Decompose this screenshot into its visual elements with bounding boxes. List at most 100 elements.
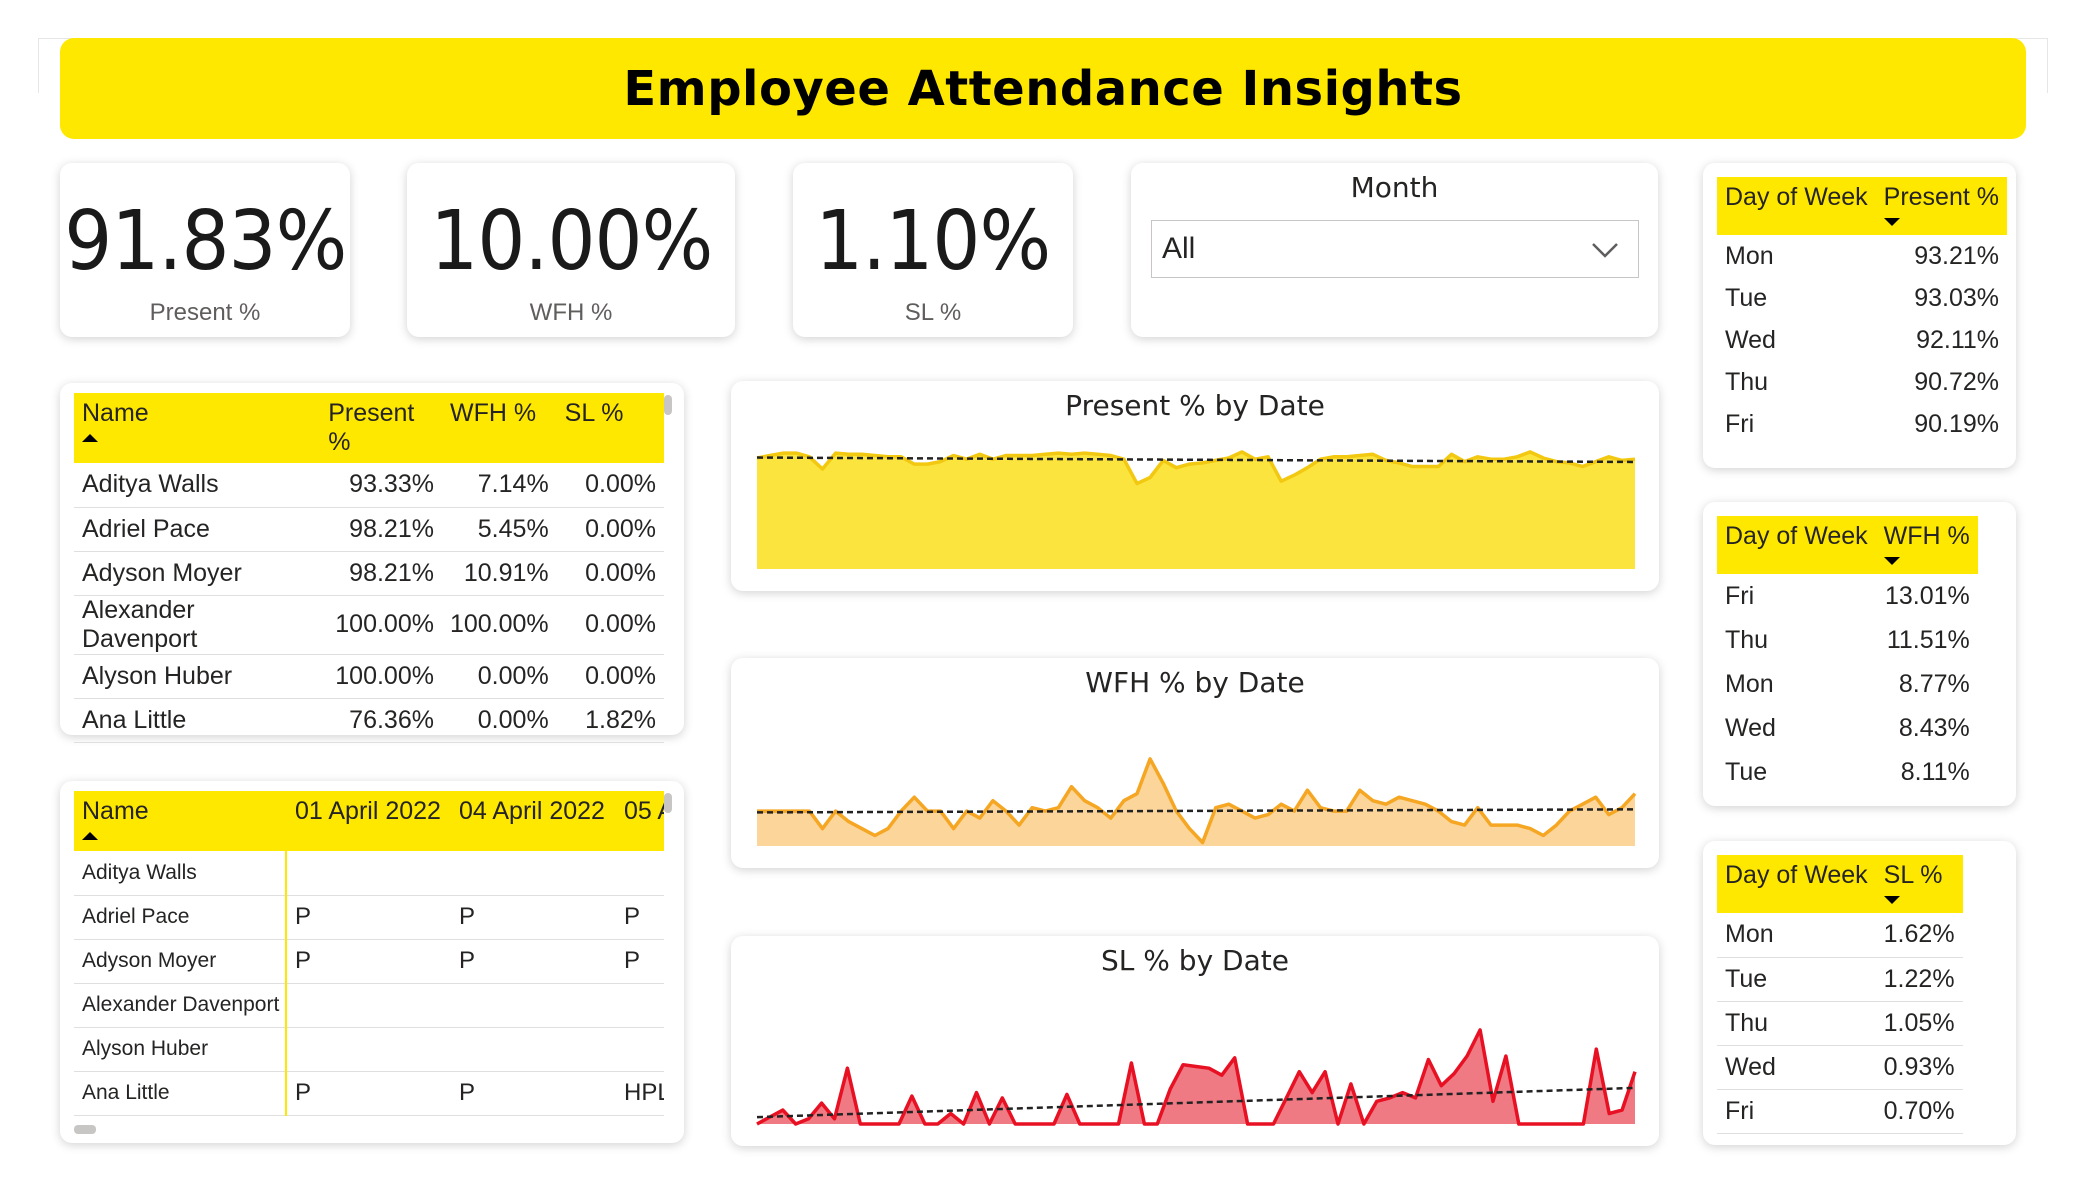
kpi-label: Present % — [149, 299, 261, 326]
cell-value: 93.03% — [1914, 283, 1999, 312]
chevron-down-icon[interactable] — [1590, 235, 1620, 265]
area-fill — [757, 1029, 1635, 1124]
cell-status: P — [616, 895, 664, 940]
vertical-scrollbar[interactable] — [664, 395, 672, 415]
sl-by-date-chart[interactable] — [751, 996, 1641, 1136]
cell-sl: 0.00% — [556, 551, 664, 596]
kpi-value: 1.10% — [815, 194, 1051, 289]
table-row[interactable]: Fri 90.19% — [1717, 403, 2007, 445]
table-row[interactable]: Tue 1.22% — [1717, 957, 1963, 1002]
month-dropdown[interactable]: All — [1151, 220, 1639, 278]
table-row[interactable]: Adriel Pace P P P — [74, 895, 664, 940]
cell-status — [286, 851, 451, 896]
cell-value: 8.43% — [1898, 713, 1970, 742]
cell-wfh: 100.00% — [441, 595, 557, 655]
column-header-date[interactable]: 04 April 2022 — [451, 791, 616, 851]
cell-status — [451, 1027, 616, 1072]
table-row[interactable]: Mon 93.21% — [1717, 235, 2007, 277]
table-row[interactable]: Tue 8.11% — [1717, 750, 1978, 794]
table-row[interactable]: Alyson Huber — [74, 1027, 664, 1072]
table-row[interactable]: Mon 1.62% — [1717, 913, 1963, 958]
chart-title: SL % by Date — [1101, 944, 1289, 977]
table-row[interactable]: Aditya Walls — [74, 851, 664, 896]
column-header-sl[interactable]: SL % — [1876, 855, 1963, 913]
column-header-day[interactable]: Day of Week — [1717, 855, 1876, 913]
column-header-present[interactable]: Present % — [320, 393, 442, 463]
table-row[interactable]: Wed 92.11% — [1717, 319, 2007, 361]
cell-day: Tue — [1717, 957, 1876, 1002]
table-row[interactable]: Mon 8.77% — [1717, 662, 1978, 706]
column-header-day[interactable]: Day of Week — [1717, 177, 1876, 235]
cell-wfh: 0.00% — [441, 654, 557, 699]
cell-name: Alexander Davenport — [74, 595, 321, 655]
cell-name: Alyson Huber — [74, 1027, 287, 1072]
table-row[interactable]: Alyson Huber 100.00% 0.00% 0.00% — [74, 654, 664, 699]
column-header-wfh[interactable]: WFH % — [1876, 516, 1978, 574]
table-row[interactable]: Adyson Moyer 98.21% 10.91% 0.00% — [74, 551, 664, 596]
table-row[interactable]: Adyson Moyer P P P — [74, 939, 664, 984]
cell-name: Alexander Davenport — [74, 983, 287, 1028]
table-header-row: Day of Week WFH % — [1717, 516, 1978, 574]
table-header-row: Day of Week SL % — [1717, 855, 1963, 913]
cell-status: P — [286, 939, 451, 984]
slicer-title: Month — [1350, 171, 1439, 204]
column-header-present[interactable]: Present % — [1876, 177, 2007, 235]
column-header-date[interactable]: 01 April 2022 — [286, 791, 451, 851]
vertical-scrollbar[interactable] — [664, 793, 672, 813]
kpi-card-sl[interactable]: 1.10% SL % — [793, 163, 1073, 337]
table-row[interactable]: Tue 93.03% — [1717, 277, 2007, 319]
kpi-card-present[interactable]: 91.83% Present % — [60, 163, 350, 337]
table-row[interactable]: Thu 1.05% — [1717, 1001, 1963, 1046]
cell-value: 8.11% — [1900, 757, 1970, 786]
cell-sl: 0.00% — [556, 595, 664, 655]
cell-name: Aditya Walls — [74, 463, 321, 508]
column-header-day[interactable]: Day of Week — [1717, 516, 1876, 574]
horizontal-scrollbar[interactable] — [74, 1125, 96, 1134]
table-row[interactable]: Thu 90.72% — [1717, 361, 2007, 403]
kpi-label: WFH % — [529, 299, 613, 326]
table-row[interactable]: Thu 11.51% — [1717, 618, 1978, 662]
column-header-name[interactable]: Name — [74, 393, 320, 463]
cell-name: Ana Little — [74, 698, 321, 743]
column-header-date[interactable]: 05 April 2022 — [616, 791, 664, 851]
column-header-wfh[interactable]: WFH % — [442, 393, 557, 463]
cell-name: Adyson Moyer — [74, 551, 321, 596]
cell-wfh: 7.14% — [441, 463, 557, 508]
employee-summary-table: Name Present % WFH % SL % Aditya Walls 93… — [74, 393, 664, 743]
table-row[interactable]: Wed 0.93% — [1717, 1045, 1963, 1090]
trend-line — [756, 808, 1636, 814]
cell-name: Adriel Pace — [74, 895, 287, 940]
cell-day: Fri — [1717, 1089, 1876, 1134]
cell-day: Wed — [1717, 1045, 1876, 1090]
kpi-value: 10.00% — [429, 194, 713, 289]
table-row[interactable]: Ana LittlePPHPL — [74, 1071, 664, 1116]
cell-status: P — [286, 1071, 451, 1116]
table-row[interactable]: Fri 0.70% — [1717, 1089, 1963, 1134]
cell-present: 100.00% — [320, 654, 442, 699]
cell-wfh: 10.91% — [441, 551, 557, 596]
sort-descending-icon — [1883, 218, 1900, 226]
column-header-sl[interactable]: SL % — [557, 393, 664, 463]
wfh-by-date-chart[interactable] — [751, 718, 1641, 858]
present-by-date-chart[interactable] — [751, 441, 1641, 581]
table-row[interactable]: Aditya Walls 93.33% 7.14% 0.00% — [74, 463, 664, 508]
cell-name: Alyson Huber — [74, 654, 321, 699]
cell-status: P — [451, 1071, 616, 1116]
cell-status — [616, 851, 664, 896]
cell-status — [616, 983, 664, 1028]
cell-status — [286, 1027, 451, 1072]
kpi-card-wfh[interactable]: 10.00% WFH % — [407, 163, 735, 337]
table-row[interactable]: Alexander Davenport 100.00% 100.00% 0.00% — [74, 595, 664, 655]
table-row[interactable]: Wed 8.43% — [1717, 706, 1978, 750]
column-header-name[interactable]: Name — [74, 791, 287, 851]
sort-descending-icon — [1883, 557, 1900, 565]
table-row[interactable]: Alexander Davenport — [74, 983, 664, 1028]
cell-value: 90.19% — [1914, 409, 1999, 438]
table-row[interactable]: Ana Little 76.36% 0.00% 1.82% — [74, 698, 664, 743]
chart-title: Present % by Date — [1065, 389, 1325, 422]
table-row[interactable]: Adriel Pace 98.21% 5.45% 0.00% — [74, 507, 664, 552]
sl-by-date-card: SL % by Date — [731, 936, 1659, 1146]
cell-day: Fri — [1725, 409, 1755, 438]
cell-sl: 1.82% — [556, 698, 664, 743]
table-row[interactable]: Fri 13.01% — [1717, 574, 1978, 618]
